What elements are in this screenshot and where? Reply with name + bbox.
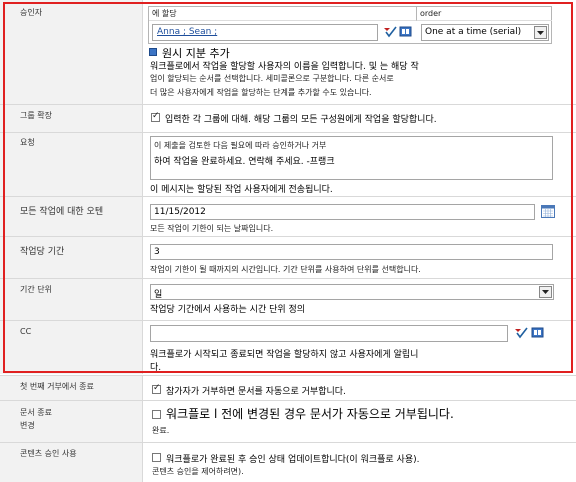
expand-groups-checkbox[interactable]	[151, 111, 160, 122]
end-doc-change-checkbox[interactable]	[152, 410, 161, 419]
order-select-value: One at a time (serial)	[425, 27, 522, 37]
approvers-people-value: Anna ; Sean ;	[157, 27, 218, 37]
cc-label: CC	[20, 327, 32, 336]
request-textarea[interactable]: 이 제출을 검토한 다음 필요에 따라 승인하거나 거부 하여 작업을 완료하세…	[150, 136, 553, 180]
content-approval-subtext: 콘텐츠 승인을 제어하려면).	[152, 467, 244, 476]
cc-help-line-2: 다.	[150, 363, 162, 373]
approvers-help-line-1: 워크플로에서 작업을 할당할 사용자의 이름을 입력합니다. 및 는 해당 작	[150, 62, 419, 72]
duration-units-row: 기간 단위 일 작업당 기간에서 사용하는 시간 단위 정의	[0, 278, 576, 320]
due-date-label-cell: 모든 작업에 대한 오텐	[0, 197, 143, 236]
add-stage-icon[interactable]	[149, 48, 157, 56]
end-first-reject-checkbox[interactable]	[152, 383, 161, 394]
address-book-icon[interactable]	[399, 25, 412, 38]
order-header: order	[420, 9, 442, 18]
dropdown-arrow-icon[interactable]	[539, 286, 552, 298]
duration-row: 작업당 기간 3 작업이 기한이 될 때까지의 시간입니다. 기간 단위를 사용…	[0, 236, 576, 278]
cc-label-cell: CC	[0, 321, 143, 374]
end-doc-change-label-line-2: 변경	[20, 421, 35, 430]
cc-people-picker[interactable]	[150, 325, 508, 342]
request-text-line-1: 이 제출을 검토한 다음 필요에 따라 승인하거나 거부	[154, 141, 327, 150]
check-names-icon[interactable]	[383, 26, 397, 38]
duration-units-select[interactable]: 일	[150, 284, 554, 300]
duration-units-label: 기간 단위	[20, 285, 52, 294]
duration-help: 작업이 기한이 될 때까지의 시간입니다. 기간 단위를 사용하여 단위를 선택…	[150, 265, 421, 274]
end-first-reject-label-cell: 첫 번째 거부에서 종료	[0, 376, 143, 400]
due-date-row: 모든 작업에 대한 오텐 11/15/2012 모든 작업이 기한이 되는 날짜…	[0, 196, 576, 236]
expand-groups-text: 입력한 각 그룹에 대해. 해당 그룹의 모든 구성원에게 작업을 할당합니다.	[165, 115, 437, 125]
request-text-line-2: 하여 작업을 완료하세요. 연락해 주세요. -프랭크	[154, 157, 335, 167]
duration-units-label-cell: 기간 단위	[0, 279, 143, 320]
expand-groups-row: 그룹 확장 입력한 각 그룹에 대해. 해당 그룹의 모든 구성원에게 작업을 …	[0, 104, 576, 132]
due-date-label: 모든 작업에 대한 오텐	[20, 207, 104, 217]
approvers-label-cell: 승인자	[0, 0, 143, 104]
expand-groups-label-cell: 그룹 확장	[0, 105, 143, 132]
approvers-label: 승인자	[20, 8, 43, 17]
due-date-value: 11/15/2012	[154, 207, 206, 217]
end-first-reject-row: 첫 번째 거부에서 종료 참가자가 거부하면 문서를 자동으로 거부합니다.	[0, 375, 576, 400]
content-approval-row: 콘텐츠 승인 사용 워크플로가 완료된 후 승인 상태 업데이트합니다(이 워크…	[0, 442, 576, 482]
dropdown-arrow-icon[interactable]	[534, 26, 547, 39]
content-approval-label: 콘텐츠 승인 사용	[20, 449, 77, 458]
end-first-reject-text: 참가자가 거부하면 문서를 자동으로 거부합니다.	[166, 387, 346, 397]
end-doc-change-label-cell: 문서 종료 변경	[0, 401, 143, 442]
assign-to-header-cell: 에 할당	[149, 7, 417, 21]
duration-units-value: 일	[154, 290, 163, 300]
duration-value: 3	[154, 247, 160, 257]
end-doc-change-subtext: 완료.	[152, 426, 170, 435]
address-book-icon[interactable]	[531, 326, 544, 339]
due-date-input[interactable]: 11/15/2012	[150, 204, 535, 220]
cc-help-line-1: 워크플로가 시작되고 종료되면 작업을 할당하지 않고 사용자에게 알립니	[150, 350, 419, 360]
approvers-people-picker[interactable]: Anna ; Sean ;	[152, 24, 378, 41]
duration-input[interactable]: 3	[150, 244, 553, 260]
approvers-row: 승인자 에 할당 order Anna ; Sean ; One at a ti…	[0, 0, 576, 104]
check-names-icon[interactable]	[514, 327, 528, 339]
request-row: 요청 이 제출을 검토한 다음 필요에 따라 승인하거나 거부 하여 작업을 완…	[0, 132, 576, 196]
due-date-help: 모든 작업이 기한이 되는 날짜입니다.	[150, 224, 274, 233]
end-doc-change-text: 워크플로 l 전에 변경된 경우 문서가 자동으로 거부됩니다.	[166, 407, 454, 421]
order-select[interactable]: One at a time (serial)	[421, 24, 549, 41]
approvers-table: 에 할당 order Anna ; Sean ; One at a time (…	[148, 6, 552, 44]
end-doc-change-label-line-1: 문서 종료	[20, 408, 52, 417]
end-first-reject-label: 첫 번째 거부에서 종료	[20, 382, 94, 391]
approvers-help-line-3: 더 많은 사용자에게 작업을 할당하는 단계를 추가할 수도 있습니다.	[150, 88, 372, 97]
request-label: 요청	[20, 138, 35, 147]
content-approval-checkbox[interactable]	[152, 453, 161, 462]
assign-to-header: 에 할당	[152, 9, 177, 18]
duration-label-cell: 작업당 기간	[0, 237, 143, 278]
order-header-cell: order	[417, 7, 552, 21]
calendar-icon[interactable]	[541, 205, 555, 218]
request-help: 이 메시지는 할당된 작업 사용자에게 전송됩니다.	[150, 185, 333, 195]
approvers-help-line-2: 업이 할당되는 순서를 선택합니다. 세미콜론으로 구분합니다. 다른 순서로	[150, 74, 394, 83]
content-approval-label-cell: 콘텐츠 승인 사용	[0, 443, 143, 482]
duration-units-help: 작업당 기간에서 사용하는 시간 단위 정의	[150, 305, 306, 315]
cc-row: CC 워크플로가 시작되고 종료되면 작업을 할당하지 않고 사용자에게 알립니…	[0, 320, 576, 374]
expand-groups-label: 그룹 확장	[20, 111, 52, 120]
duration-label: 작업당 기간	[20, 247, 65, 257]
end-doc-change-row: 문서 종료 변경 워크플로 l 전에 변경된 경우 문서가 자동으로 거부됩니다…	[0, 400, 576, 442]
request-label-cell: 요청	[0, 133, 143, 196]
content-approval-text: 워크플로가 완료된 후 승인 상태 업데이트합니다(이 워크플로 사용).	[166, 455, 420, 465]
